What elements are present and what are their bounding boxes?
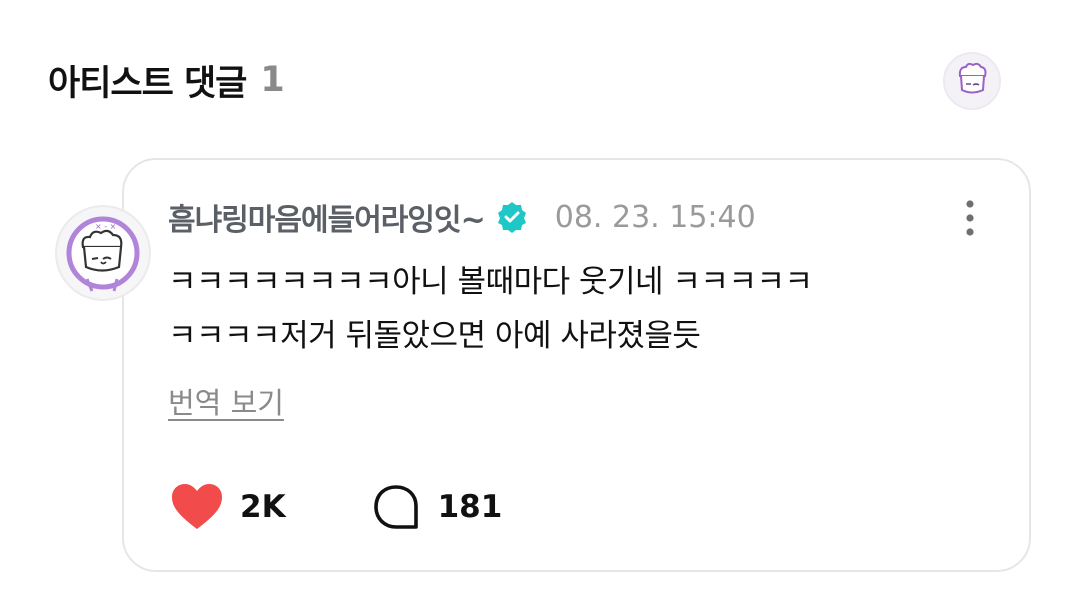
comment-meta: 흠냐링마음에들어라잉잇~ 08. 23. 15:40 (168, 192, 756, 242)
author-avatar[interactable]: × - × (55, 205, 151, 301)
section-title: 아티스트 댓글 (48, 63, 247, 104)
comment-line-1: ㅋㅋㅋㅋㅋㅋㅋㅋ아니 볼때마다 웃기네 ㅋㅋㅋㅋㅋ (168, 264, 813, 300)
svg-text:× - ×: × - × (95, 222, 116, 231)
artist-avatar[interactable] (943, 52, 1001, 110)
reply-button[interactable]: 181 (372, 483, 503, 531)
comment-line-2: ㅋㅋㅋㅋ저거 뒤돌았으면 아예 사라졌을듯 (168, 318, 701, 354)
author-name[interactable]: 흠냐링마음에들어라잉잇~ (168, 195, 486, 239)
like-count: 2K (240, 489, 286, 525)
comment-timestamp: 08. 23. 15:40 (554, 199, 756, 235)
comment-actions: 2K 181 (170, 482, 502, 532)
comment-body: ㅋㅋㅋㅋㅋㅋㅋㅋ아니 볼때마다 웃기네 ㅋㅋㅋㅋㅋ ㅋㅋㅋㅋ저거 뒤돌았으면 아… (168, 255, 988, 363)
comment-count: 1 (260, 60, 285, 100)
speech-bubble-icon (373, 485, 418, 529)
like-button[interactable]: 2K (170, 483, 286, 531)
author-avatar-drawing: × - × (66, 216, 140, 292)
more-options-icon[interactable] (958, 198, 982, 238)
section-header: 아티스트 댓글 1 (48, 52, 285, 108)
translate-link[interactable]: 번역 보기 (168, 380, 284, 422)
verified-badge-icon (495, 200, 529, 234)
artist-avatar-drawing (958, 62, 987, 94)
heart-icon (172, 484, 222, 529)
reply-count: 181 (437, 489, 503, 525)
